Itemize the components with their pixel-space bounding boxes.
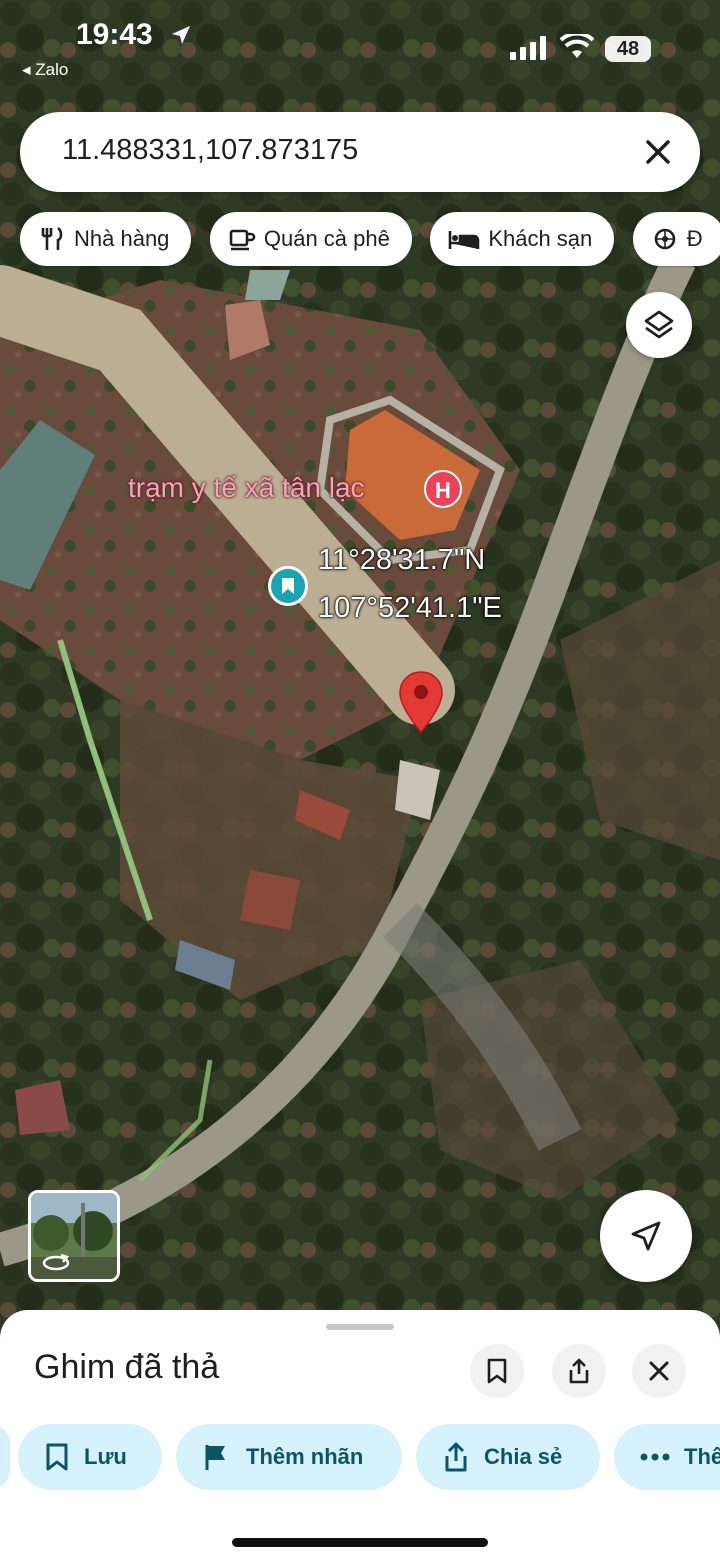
restaurant-icon xyxy=(41,226,63,250)
search-bar[interactable]: 11.488331,107.873175 xyxy=(20,112,700,192)
saved-place-marker-icon[interactable] xyxy=(268,566,308,606)
navigation-arrow-icon xyxy=(631,1221,661,1251)
my-location-button[interactable] xyxy=(600,1190,692,1282)
location-arrow-icon xyxy=(172,26,190,44)
coordinate-lng: 107°52'41.1"E xyxy=(318,592,502,624)
clock: 19:43 xyxy=(76,18,153,51)
save-button[interactable] xyxy=(470,1344,524,1398)
chip-cafes[interactable]: Quán cà phê xyxy=(209,212,412,266)
more-icon xyxy=(640,1453,670,1461)
flag-icon xyxy=(205,1445,225,1470)
bookmark-icon xyxy=(46,1443,68,1471)
action-chips: Lưu Thêm nhãn Chia sẻ Thê xyxy=(0,1424,720,1492)
street-view-thumbnail[interactable] xyxy=(28,1190,120,1282)
share-action-button[interactable]: Chia sẻ xyxy=(416,1424,600,1490)
chip-label: Quán cà phê xyxy=(263,226,390,251)
bookmark-icon xyxy=(487,1358,507,1384)
close-icon xyxy=(649,1361,669,1381)
share-button[interactable] xyxy=(552,1344,606,1398)
layers-button[interactable] xyxy=(626,292,692,358)
share-icon xyxy=(445,1442,467,1472)
battery-indicator: 48 xyxy=(605,36,651,62)
chip-label: Nhà hàng xyxy=(74,226,170,251)
hotel-icon xyxy=(449,231,480,249)
search-input[interactable]: 11.488331,107.873175 xyxy=(62,134,358,167)
close-sheet-button[interactable] xyxy=(632,1344,686,1398)
coffee-icon xyxy=(229,229,256,251)
back-to-app-link[interactable]: ◂ Zalo xyxy=(22,60,68,80)
share-icon xyxy=(569,1358,589,1384)
bottom-sheet: Ghim đã thả Lưu Thêm nhãn Chia sẻ Thê xyxy=(0,1310,720,1561)
dropped-pin-icon[interactable] xyxy=(398,670,444,736)
chip-label: Đ xyxy=(686,226,703,251)
home-indicator[interactable] xyxy=(232,1538,488,1547)
action-label: Lưu xyxy=(84,1444,127,1469)
chip-hotels[interactable]: Khách sạn xyxy=(430,212,615,266)
layers-icon xyxy=(644,310,674,339)
hospital-marker-icon[interactable]: H xyxy=(424,470,462,508)
action-label: Thêm nhãn xyxy=(246,1444,364,1469)
action-label: Chia sẻ xyxy=(484,1444,563,1469)
rotate-360-icon xyxy=(42,1253,70,1271)
wifi-icon xyxy=(560,34,594,58)
cellular-signal-icon xyxy=(510,36,546,60)
more-action-button[interactable]: Thê xyxy=(614,1424,720,1490)
sheet-drag-handle[interactable] xyxy=(326,1324,394,1330)
action-label: Thê xyxy=(684,1444,720,1469)
chip-restaurants[interactable]: Nhà hàng xyxy=(20,212,192,266)
save-action-button[interactable]: Lưu xyxy=(18,1424,162,1490)
close-icon[interactable] xyxy=(638,132,678,172)
add-label-button[interactable]: Thêm nhãn xyxy=(176,1424,402,1490)
attraction-icon xyxy=(654,228,676,250)
sheet-title: Ghim đã thả xyxy=(34,1348,220,1386)
place-label[interactable]: trạm y tế xã tân lạc xyxy=(128,472,365,504)
category-chips: Nhà hàng Quán cà phê Khách sạn Đ xyxy=(20,212,720,268)
chip-label: Khách sạn xyxy=(488,226,593,251)
action-chip-partial[interactable] xyxy=(0,1424,10,1490)
chip-attractions[interactable]: Đ xyxy=(632,212,720,266)
coordinate-lat: 11°28'31.7"N xyxy=(318,544,486,576)
status-bar: 19:43 ◂ Zalo 48 xyxy=(0,0,720,90)
